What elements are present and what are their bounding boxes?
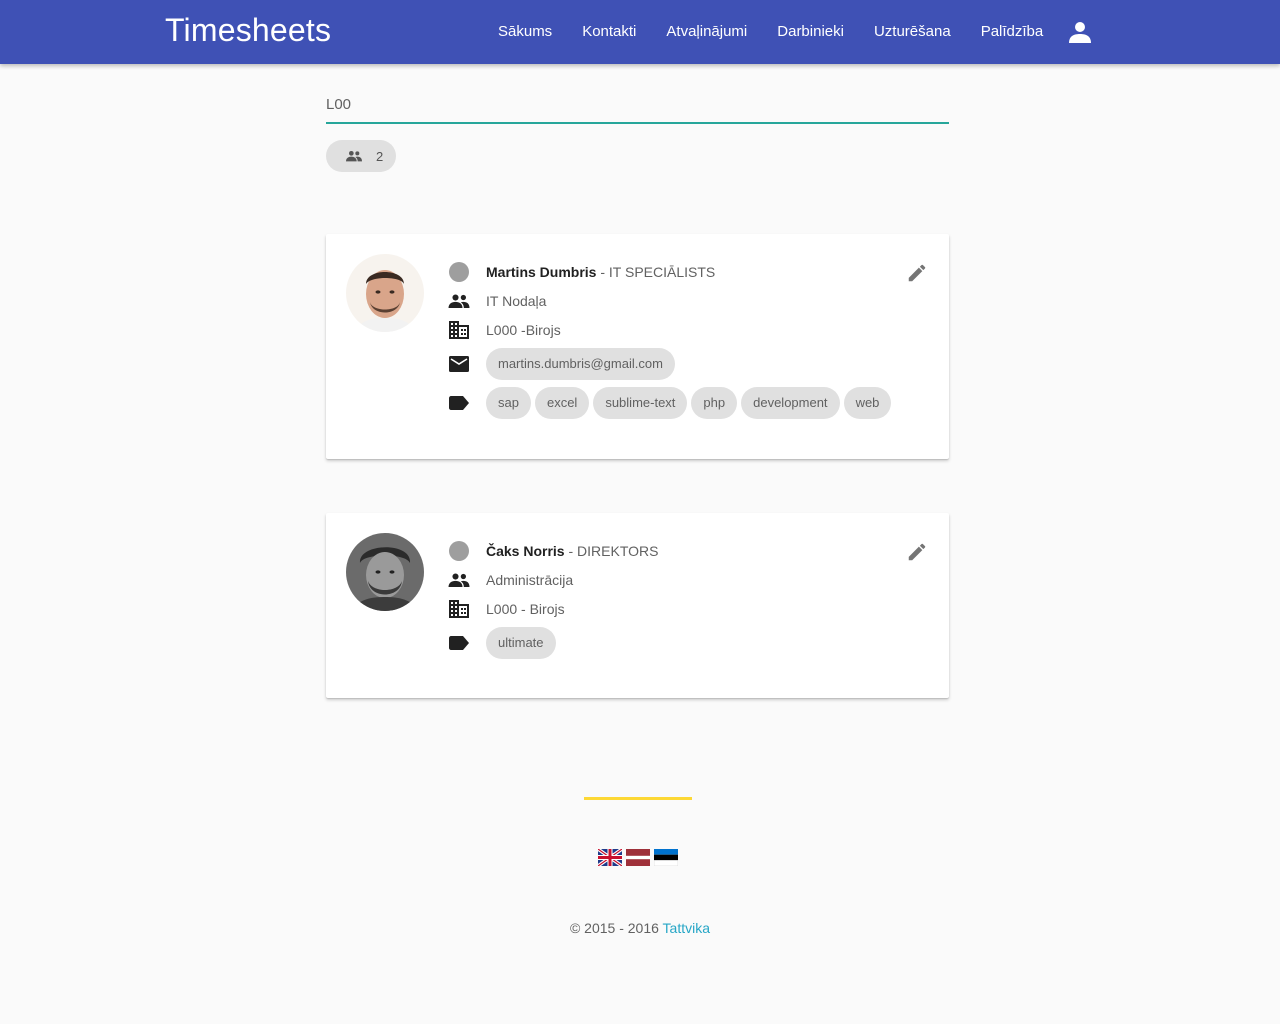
- avatar: [346, 533, 424, 611]
- tags-row: sap excel sublime-text php development w…: [448, 387, 895, 419]
- contact-name[interactable]: Martins Dumbris: [486, 264, 596, 280]
- edit-icon[interactable]: [906, 541, 928, 563]
- uk-flag-icon[interactable]: [598, 849, 622, 866]
- copyright: © 2015 - 2016 Tattvika: [0, 920, 1280, 936]
- contact-office: L000 -Birojs: [486, 322, 561, 338]
- search-container: [326, 86, 949, 124]
- email-icon: [449, 356, 469, 372]
- people-icon: [346, 151, 362, 162]
- contact-card: Čaks Norris - DIREKTORS Administrācija L…: [326, 513, 949, 698]
- edit-icon[interactable]: [906, 262, 928, 284]
- contact-name[interactable]: Čaks Norris: [486, 543, 565, 559]
- building-icon: [449, 600, 469, 618]
- nav-item-kontakti[interactable]: Kontakti: [567, 0, 651, 64]
- nav-item-sakums[interactable]: Sākums: [483, 0, 567, 64]
- contact-role: - DIREKTORS: [568, 543, 659, 559]
- language-switcher: [598, 849, 682, 866]
- status-dot-icon: [449, 541, 469, 561]
- nav-item-atvalinajumi[interactable]: Atvaļinājumi: [651, 0, 762, 64]
- nav-item-palidziba[interactable]: Palīdzība: [966, 0, 1059, 64]
- email-row: martins.dumbris@gmail.com: [448, 348, 679, 380]
- app-title[interactable]: Timesheets: [165, 12, 331, 49]
- nav-item-uzturesana[interactable]: Uzturēšana: [859, 0, 966, 64]
- office-row: L000 -Birojs: [448, 319, 561, 341]
- building-icon: [449, 321, 469, 339]
- people-icon: [448, 294, 470, 308]
- result-count: 2: [376, 148, 384, 164]
- email-chip[interactable]: martins.dumbris@gmail.com: [486, 348, 675, 380]
- tag-chip[interactable]: development: [741, 387, 840, 419]
- department-row: Administrācija: [448, 569, 573, 591]
- tag-chip[interactable]: php: [691, 387, 738, 419]
- main-nav: Sākums Kontakti Atvaļinājumi Darbinieki …: [483, 0, 1058, 64]
- tag-chip[interactable]: ultimate: [486, 627, 556, 659]
- tag-chip[interactable]: web: [843, 387, 892, 419]
- estonia-flag-icon[interactable]: [654, 849, 678, 866]
- status-dot-icon: [449, 262, 469, 282]
- contact-office: L000 - Birojs: [486, 601, 565, 617]
- label-icon: [449, 396, 469, 410]
- app-bar: Timesheets Sākums Kontakti Atvaļinājumi …: [0, 0, 1280, 64]
- tag-chip[interactable]: sap: [486, 387, 531, 419]
- people-icon: [448, 573, 470, 587]
- contact-department: Administrācija: [486, 572, 574, 588]
- search-input[interactable]: [326, 86, 949, 124]
- department-row: IT Nodaļa: [448, 290, 546, 312]
- contact-department: IT Nodaļa: [486, 293, 547, 309]
- nav-item-darbinieki[interactable]: Darbinieki: [762, 0, 859, 64]
- contact-name-row: Martins Dumbris - IT SPECIĀLISTS: [448, 261, 715, 283]
- tag-chip[interactable]: excel: [534, 387, 590, 419]
- tag-chip[interactable]: sublime-text: [593, 387, 688, 419]
- latvia-flag-icon[interactable]: [626, 849, 650, 866]
- copyright-text: © 2015 - 2016: [569, 920, 659, 936]
- result-count-chip[interactable]: 2: [326, 140, 396, 172]
- avatar: [346, 254, 424, 332]
- contact-role: - IT SPECIĀLISTS: [600, 264, 716, 280]
- contact-name-row: Čaks Norris - DIREKTORS: [448, 540, 658, 562]
- contact-card: Martins Dumbris - IT SPECIĀLISTS IT Noda…: [326, 234, 949, 459]
- footer-divider: [584, 797, 692, 800]
- office-row: L000 - Birojs: [448, 598, 565, 620]
- company-link[interactable]: Tattvika: [663, 920, 710, 936]
- tags-row: ultimate: [448, 627, 560, 659]
- account-icon[interactable]: [1067, 20, 1093, 44]
- label-icon: [449, 636, 469, 650]
